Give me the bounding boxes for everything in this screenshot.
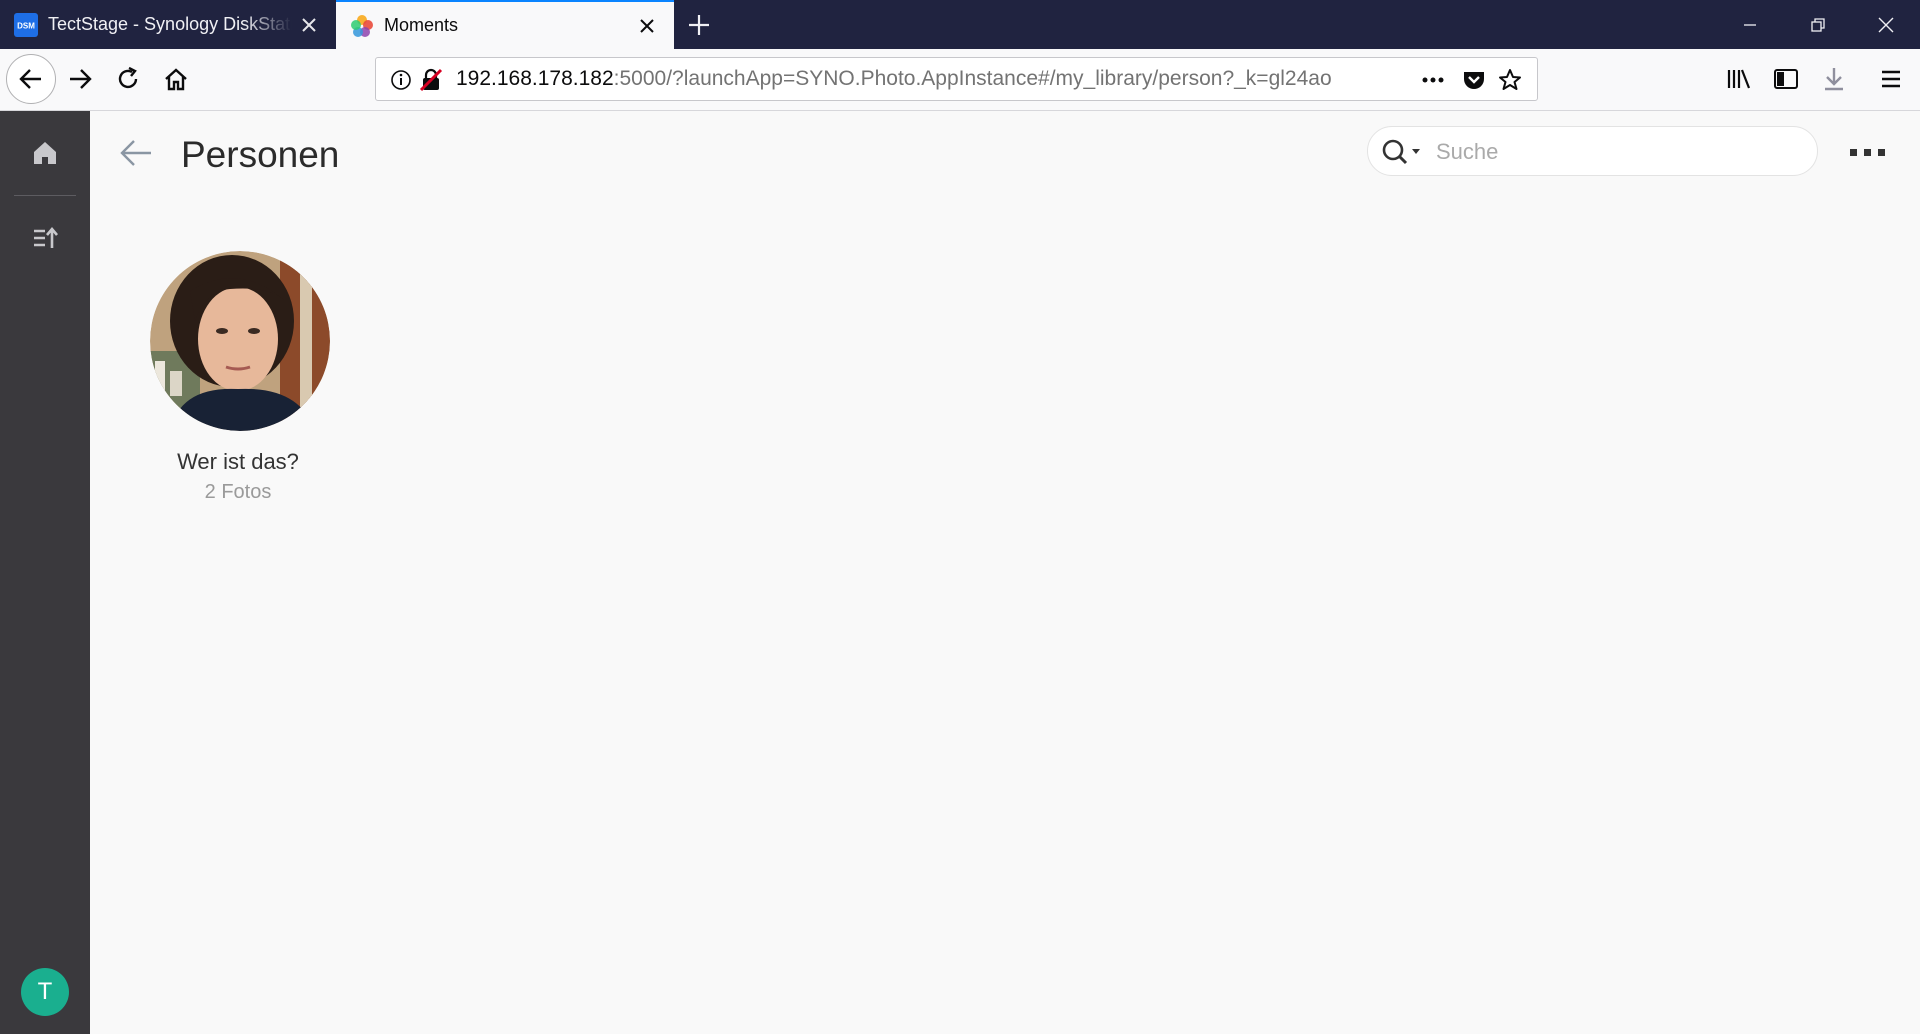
moments-favicon-icon [351, 14, 373, 37]
plus-icon [689, 15, 709, 35]
main-content: Personen Suche Wer ist das? 2 Fotos [90, 111, 1920, 1034]
more-options-button[interactable] [1845, 137, 1891, 167]
home-icon [165, 68, 187, 91]
person-card[interactable]: Wer ist das? 2 Fotos [150, 251, 330, 504]
back-button[interactable] [114, 131, 158, 175]
hamburger-icon [1882, 70, 1900, 88]
tab-title: Moments [384, 15, 459, 35]
restore-icon [1811, 17, 1825, 32]
info-icon[interactable] [388, 67, 414, 93]
insecure-lock-icon[interactable] [418, 67, 444, 93]
person-name: Wer ist das? [177, 449, 299, 474]
tab-moments[interactable]: Moments [336, 0, 674, 49]
minimize-button[interactable] [1716, 0, 1784, 49]
person-photo-count: 2 Fotos [204, 481, 272, 503]
download-icon [1825, 68, 1843, 91]
navigation-toolbar: 192.168.178.182:5000/?launchApp=SYNO.Pho… [0, 49, 1920, 111]
svg-text:DSM: DSM [17, 21, 35, 30]
url-text[interactable]: 192.168.178.182:5000/?launchApp=SYNO.Pho… [456, 58, 1332, 100]
upload-list-icon [34, 226, 58, 248]
sidebar-divider [14, 195, 76, 196]
tab-tectstage[interactable]: DSM TectStage - Synology DiskStation [0, 0, 336, 49]
search-input[interactable] [1434, 135, 1798, 169]
tab-close-icon[interactable] [292, 8, 326, 42]
restore-button[interactable] [1784, 0, 1852, 49]
sidebar-home-button[interactable] [20, 128, 70, 178]
user-avatar[interactable]: T [21, 968, 69, 1016]
url-path: :5000/?launchApp=SYNO.Photo.AppInstance#… [613, 67, 1332, 90]
url-bar[interactable]: 192.168.178.182:5000/?launchApp=SYNO.Pho… [375, 57, 1538, 101]
page-title: Personen [181, 134, 340, 175]
menu-button[interactable] [1871, 59, 1911, 99]
search-box[interactable] [1367, 126, 1818, 176]
sidebar-icon [1774, 69, 1798, 89]
minimize-icon [1744, 23, 1756, 26]
reload-icon [118, 66, 138, 89]
tab-title: TectStage - Synology DiskStation [48, 14, 292, 34]
library-icon [1727, 69, 1751, 89]
page-actions-icon[interactable] [1420, 67, 1446, 93]
home-button[interactable] [156, 59, 196, 99]
tab-close-icon[interactable] [630, 9, 664, 43]
pocket-icon[interactable] [1461, 67, 1487, 93]
home-icon [34, 142, 56, 164]
sidebar-upload-button[interactable] [20, 213, 70, 263]
sidebar-toggle-button[interactable] [1766, 59, 1806, 99]
person-portrait[interactable] [150, 251, 330, 431]
dsm-favicon-icon: DSM [14, 12, 38, 37]
downloads-button[interactable] [1814, 59, 1854, 99]
reload-button[interactable] [108, 59, 148, 99]
search-icon[interactable] [1380, 137, 1426, 167]
more-dots-icon [1850, 149, 1885, 156]
url-host: 192.168.178.182 [456, 67, 614, 90]
tab-strip: DSM TectStage - Synology DiskStation Mom… [0, 0, 1920, 49]
arrow-right-icon [70, 69, 92, 89]
close-icon [1878, 17, 1894, 32]
bookmark-star-icon[interactable] [1497, 67, 1523, 93]
app-sidebar: T [0, 111, 90, 1034]
arrow-left-icon [120, 140, 151, 166]
library-button[interactable] [1719, 59, 1759, 99]
browser-forward-button[interactable] [60, 59, 100, 99]
new-tab-button[interactable] [680, 6, 718, 44]
arrow-left-icon [19, 69, 41, 89]
close-window-button[interactable] [1852, 0, 1920, 49]
browser-back-button[interactable] [6, 54, 56, 104]
